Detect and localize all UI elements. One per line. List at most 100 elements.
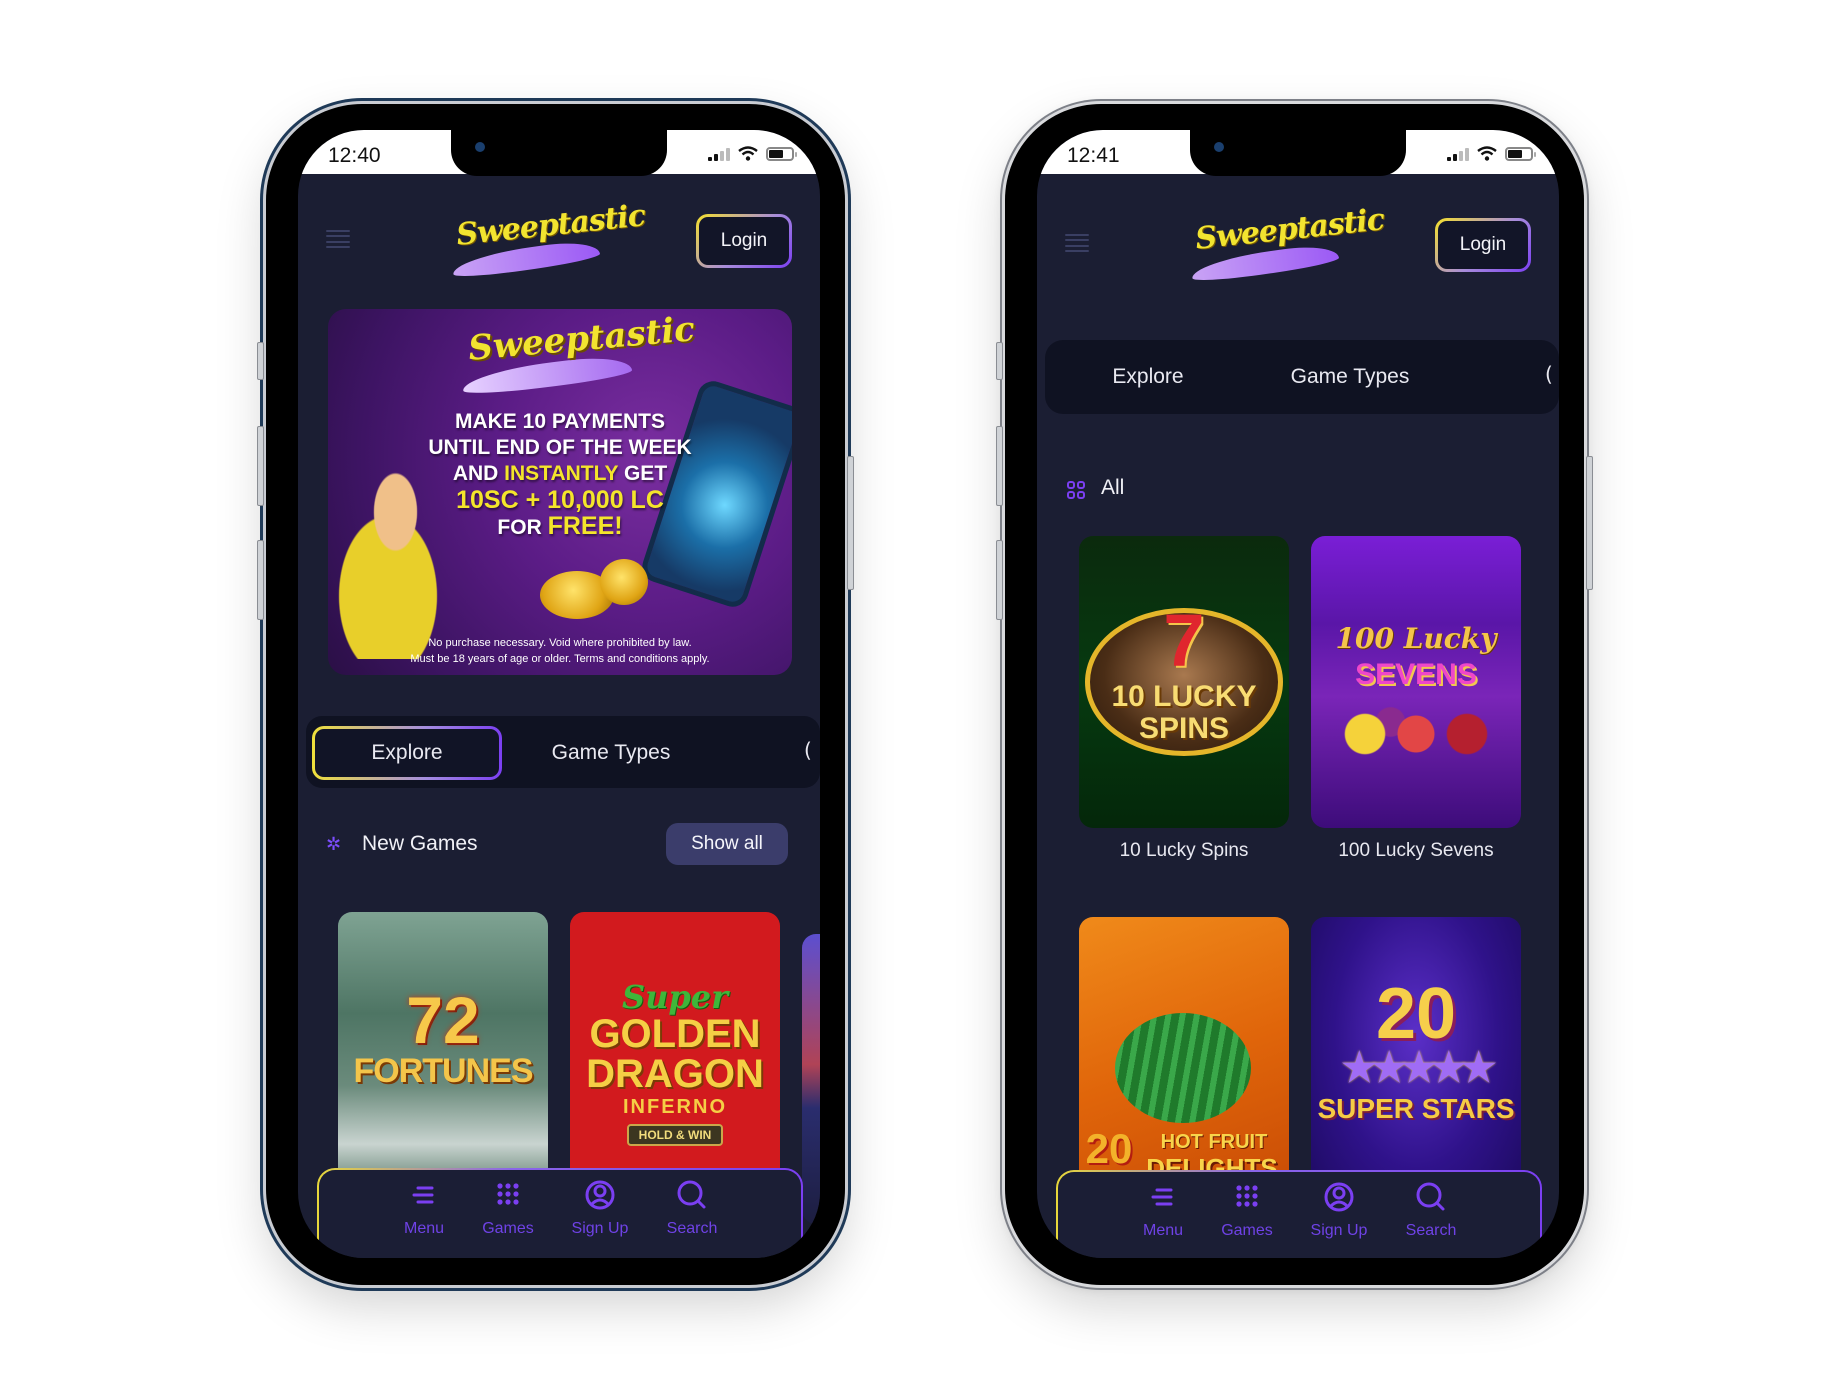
promo-coin-image <box>600 559 648 605</box>
game-art-subtitle: GOLDEN <box>589 1012 761 1056</box>
nav-menu[interactable]: Menu <box>1118 1180 1208 1240</box>
power-button <box>847 456 854 590</box>
phone-left: 12:40 Sweeptastic Login Sweeptastic MAKE… <box>257 104 854 1285</box>
status-time: 12:41 <box>1067 144 1120 167</box>
game-tile[interactable]: 20 ★★★★★ SUPER STARS <box>1311 917 1521 1209</box>
game-tile-partial[interactable] <box>802 934 820 1224</box>
tab-game-types[interactable]: Game Types <box>516 726 706 780</box>
nav-sign-up-label: Sign Up <box>571 1220 629 1237</box>
promo-line-5-highlight: FREE! <box>547 512 623 540</box>
game-art-title: 7 <box>1163 599 1205 682</box>
game-art-subtitle: SUPER STARS <box>1317 1093 1515 1124</box>
app-header: Sweeptastic Login <box>1037 178 1559 285</box>
game-tile[interactable]: Super GOLDEN DRAGON INFERNO HOLD & WIN <box>570 912 780 1202</box>
tab-overflow[interactable]: ( <box>1545 362 1553 386</box>
section-title: New Games <box>362 832 478 855</box>
game-tile[interactable]: 7 10 LUCKY SPINS <box>1079 536 1289 828</box>
camera-icon <box>1214 142 1224 152</box>
volume-down-button <box>996 540 1003 620</box>
nav-search-label: Search <box>666 1220 718 1237</box>
camera-icon <box>475 142 485 152</box>
game-art-badge-text: HOLD & WIN <box>626 1124 724 1146</box>
nav-menu[interactable]: Menu <box>379 1178 469 1238</box>
game-art-title: 72 <box>406 983 480 1057</box>
nav-sign-up[interactable]: Sign Up <box>1294 1180 1384 1240</box>
search-icon <box>677 1180 706 1209</box>
nav-menu-label: Menu <box>403 1220 445 1237</box>
game-art-title: 20 <box>1375 974 1457 1054</box>
wifi-icon <box>738 146 758 161</box>
nav-search[interactable]: Search <box>1386 1180 1476 1240</box>
game-art-title: 20 <box>1085 1125 1133 1172</box>
mute-switch <box>257 342 264 380</box>
hamburger-icon[interactable] <box>326 230 350 248</box>
game-name[interactable]: 10 Lucky Spins <box>1079 840 1289 862</box>
promo-banner[interactable]: Sweeptastic MAKE 10 PAYMENTS UNTIL END O… <box>328 309 792 675</box>
notch <box>1190 130 1406 176</box>
game-art-title: 100 Lucky <box>1335 622 1497 655</box>
section-title: All <box>1101 476 1125 499</box>
category-tabs: Explore Game Types ( <box>306 716 820 788</box>
sparkle-icon: ✲ <box>326 834 342 855</box>
game-art-title: Super <box>622 978 728 1016</box>
game-art-subtitle: SPINS <box>1138 712 1230 745</box>
promo-line-4: 10SC + 10,000 LC <box>456 486 664 514</box>
game-art-badge: HOLD & WIN <box>570 1124 780 1146</box>
screen: 12:40 Sweeptastic Login Sweeptastic MAKE… <box>298 130 820 1258</box>
app-header: Sweeptastic Login <box>298 174 820 281</box>
menu-icon <box>1151 1188 1173 1206</box>
show-all-button[interactable]: Show all <box>666 823 788 865</box>
promo-fine-print: No purchase necessary. Void where prohib… <box>328 635 792 667</box>
grid-icon <box>1067 481 1085 499</box>
tab-explore[interactable]: Explore <box>1053 350 1243 404</box>
status-bar: 12:41 <box>1037 130 1559 176</box>
games-grid-icon <box>497 1183 519 1205</box>
notch <box>451 130 667 176</box>
user-circle-icon <box>585 1180 615 1210</box>
game-art-subtitle: SEVENS <box>1355 658 1477 691</box>
status-bar: 12:40 <box>298 130 820 176</box>
menu-icon <box>412 1186 434 1204</box>
volume-up-button <box>996 426 1003 506</box>
tab-explore[interactable]: Explore <box>312 726 502 780</box>
game-art-subtitle: DRAGON <box>586 1052 764 1096</box>
watermelon-image <box>1115 1013 1251 1123</box>
game-tile[interactable]: 20 HOT FRUIT DELIGHTS <box>1079 917 1289 1209</box>
game-art-subtitle: INFERNO <box>623 1096 727 1118</box>
mute-switch <box>996 342 1003 380</box>
nav-search[interactable]: Search <box>647 1178 737 1238</box>
game-tile[interactable]: 72 FORTUNES <box>338 912 548 1202</box>
battery-icon <box>1505 146 1536 161</box>
tab-overflow[interactable]: ( <box>804 738 812 762</box>
bottom-nav: Menu Games Sign Up Search <box>317 1168 803 1258</box>
stars-image: ★★★★★ <box>1341 1046 1496 1090</box>
nav-sign-up[interactable]: Sign Up <box>555 1178 645 1238</box>
search-icon <box>1416 1182 1445 1211</box>
nav-games[interactable]: Games <box>463 1178 553 1238</box>
hamburger-icon[interactable] <box>1065 234 1089 252</box>
fruit-image <box>1331 704 1501 764</box>
tab-game-types[interactable]: Game Types <box>1255 350 1445 404</box>
wifi-icon <box>1477 146 1497 161</box>
nav-games-label: Games <box>482 1220 534 1237</box>
battery-icon <box>766 146 797 161</box>
promo-line-3: AND INSTANTLY GET <box>328 461 792 487</box>
volume-up-button <box>257 426 264 506</box>
promo-line-1: MAKE 10 PAYMENTS <box>454 410 666 433</box>
volume-down-button <box>257 540 264 620</box>
nav-sign-up-label: Sign Up <box>1310 1222 1368 1239</box>
nav-menu-label: Menu <box>1142 1222 1184 1239</box>
games-grid-icon <box>1236 1185 1258 1207</box>
promo-line-2: UNTIL END OF THE WEEK <box>428 436 692 459</box>
signal-icon <box>1447 147 1469 161</box>
login-button[interactable]: Login <box>696 214 792 268</box>
promo-line-3-suffix: GET <box>618 462 668 485</box>
bottom-nav: Menu Games Sign Up Search <box>1056 1170 1542 1258</box>
login-button[interactable]: Login <box>1435 218 1531 272</box>
promo-fine-print-2: Must be 18 years of age or older. Terms … <box>410 653 710 665</box>
promo-line-5: FOR FREE! <box>328 513 792 541</box>
game-name[interactable]: 100 Lucky Sevens <box>1311 840 1521 862</box>
nav-games[interactable]: Games <box>1202 1180 1292 1240</box>
promo-line-5-prefix: FOR <box>497 516 548 539</box>
game-tile[interactable]: 100 Lucky SEVENS <box>1311 536 1521 828</box>
